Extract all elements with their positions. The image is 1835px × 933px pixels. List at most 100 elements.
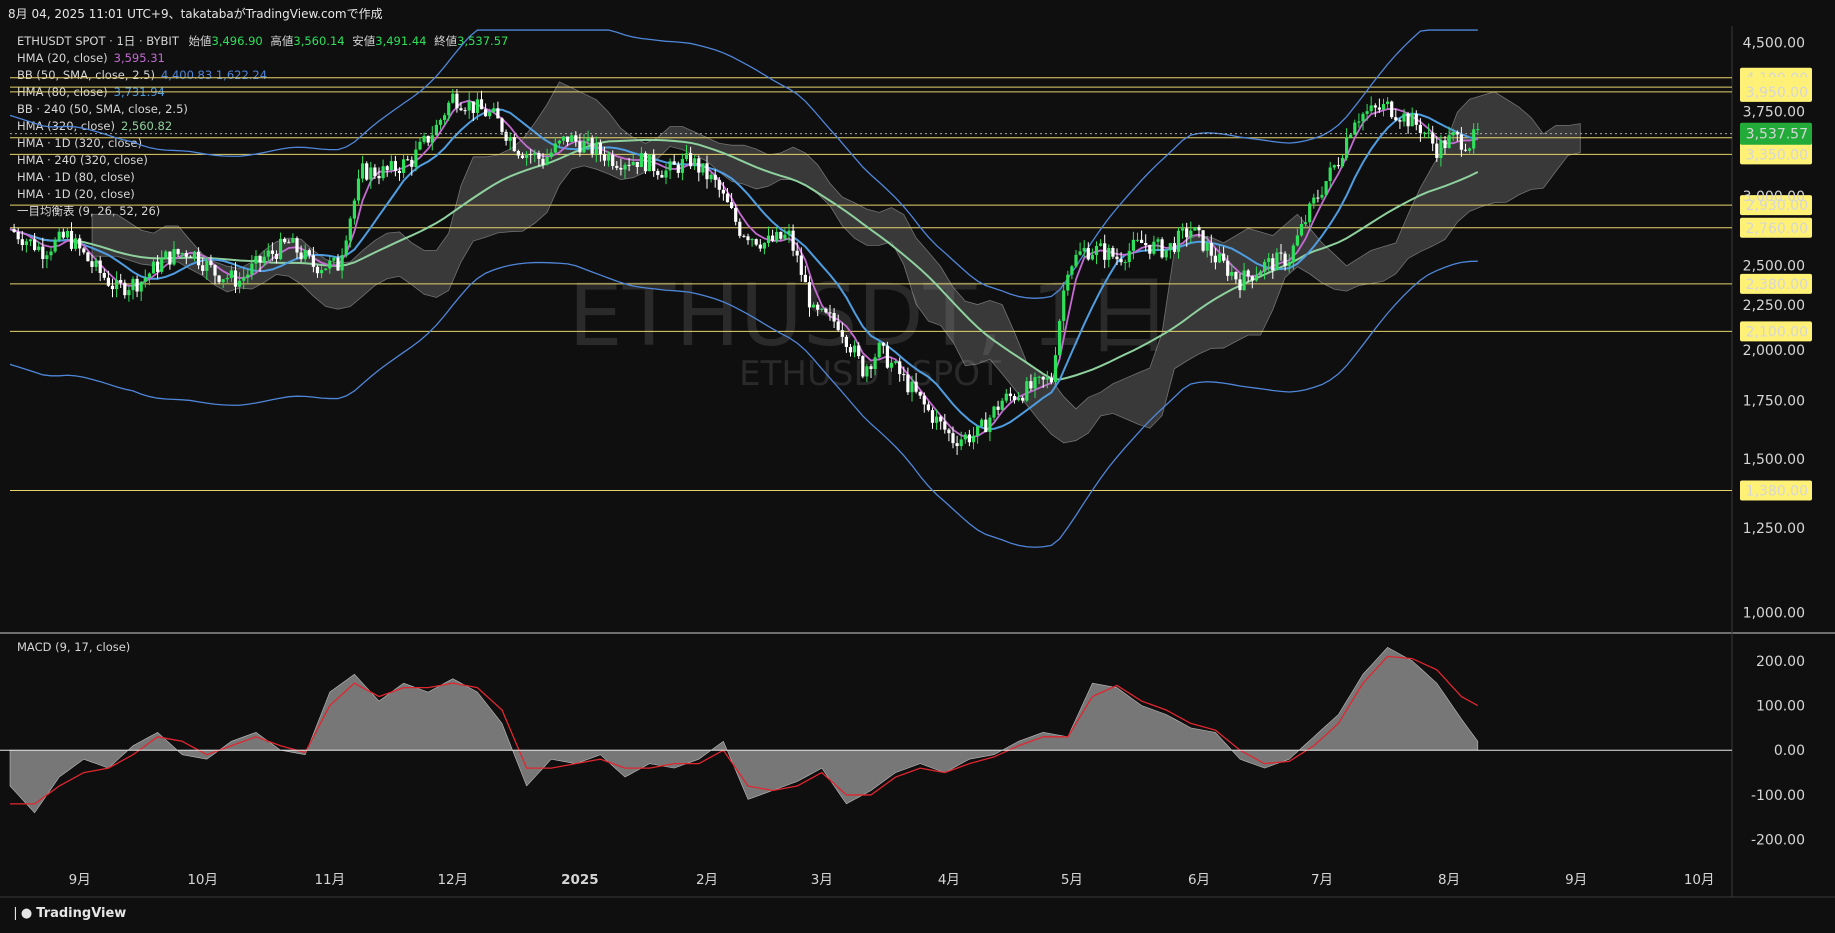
candle-body bbox=[574, 135, 578, 142]
candle-body bbox=[500, 118, 504, 132]
candle-body bbox=[197, 251, 201, 266]
price-tick-label: 2,500.00 bbox=[1743, 258, 1805, 274]
candle-body bbox=[754, 239, 758, 245]
candle-body bbox=[672, 161, 676, 165]
watermark-title: ETHUSDT, 1日 bbox=[568, 266, 1171, 366]
candle-body bbox=[1381, 104, 1386, 110]
candle-body bbox=[1451, 132, 1455, 136]
candle-body bbox=[233, 270, 238, 287]
candle-body bbox=[1340, 157, 1345, 167]
level-label: 1,380.00 bbox=[1746, 483, 1808, 499]
candle-body bbox=[775, 231, 779, 241]
candle-body bbox=[1336, 165, 1340, 167]
candle-body bbox=[414, 149, 418, 167]
candle-body bbox=[1291, 245, 1295, 263]
candle-body bbox=[799, 255, 803, 275]
candle-body bbox=[1160, 239, 1164, 258]
price-tick-label: 1,750.00 bbox=[1743, 393, 1805, 409]
candle-body bbox=[377, 175, 381, 179]
candle-body bbox=[697, 158, 701, 173]
candle-body bbox=[853, 345, 857, 353]
candle-body bbox=[951, 433, 955, 444]
candle-body bbox=[607, 154, 611, 161]
candle-body bbox=[1025, 381, 1029, 401]
candle-body bbox=[459, 108, 463, 111]
candle-body bbox=[709, 174, 713, 180]
candle-body bbox=[213, 264, 217, 276]
candle-body bbox=[1222, 253, 1226, 261]
candle-body bbox=[291, 238, 295, 243]
candle-body bbox=[1455, 132, 1459, 135]
candle-body bbox=[1365, 111, 1369, 114]
candle-body bbox=[889, 362, 894, 368]
candle-body bbox=[1082, 247, 1086, 252]
candle-body bbox=[693, 158, 697, 167]
candle-body bbox=[1074, 254, 1078, 267]
candle-body bbox=[287, 242, 291, 244]
candle-body bbox=[102, 273, 106, 278]
candle-body bbox=[279, 238, 283, 259]
candle-body bbox=[1316, 197, 1320, 199]
time-axis-label: 9月 bbox=[69, 872, 91, 888]
candle-body bbox=[1394, 117, 1398, 121]
candle-body bbox=[1254, 275, 1258, 281]
candle-body bbox=[1431, 132, 1435, 144]
candle-body bbox=[660, 175, 664, 178]
candle-body bbox=[639, 153, 643, 168]
candle-body bbox=[516, 151, 520, 156]
candle-body bbox=[684, 153, 689, 160]
candle-body bbox=[742, 235, 746, 237]
candle-body bbox=[803, 274, 807, 283]
candle-body bbox=[508, 137, 512, 141]
candle-body bbox=[217, 275, 221, 283]
candle-body bbox=[266, 250, 270, 257]
price-tick-label: 3,000.00 bbox=[1743, 189, 1805, 205]
candle-body bbox=[33, 239, 37, 251]
candle-body bbox=[1156, 239, 1160, 242]
candle-body bbox=[479, 99, 484, 110]
candle-body bbox=[250, 263, 254, 275]
level-label: 3,950.00 bbox=[1746, 85, 1808, 101]
candle-body bbox=[1476, 129, 1480, 131]
candle-body bbox=[188, 256, 192, 258]
candle-body bbox=[791, 230, 795, 251]
candle-body bbox=[1459, 134, 1463, 150]
candle-body bbox=[1287, 262, 1291, 266]
candle-body bbox=[894, 361, 898, 363]
candle-body bbox=[1402, 113, 1406, 122]
candle-body bbox=[553, 143, 557, 153]
time-axis-label: 2月 bbox=[696, 872, 718, 888]
chart-svg[interactable]: ETHUSDT, 1日ETHUSDT SPOT4,100.004,000.003… bbox=[0, 0, 1835, 933]
candle-body bbox=[143, 277, 147, 282]
price-tick-label: 2,250.00 bbox=[1743, 298, 1805, 314]
candle-body bbox=[877, 342, 881, 358]
candle-body bbox=[1427, 132, 1431, 134]
candle-body bbox=[1324, 181, 1328, 195]
candle-body bbox=[238, 280, 242, 287]
candle-body bbox=[1234, 272, 1238, 280]
candle-body bbox=[1131, 239, 1135, 251]
candle-body bbox=[369, 167, 373, 180]
candle-body bbox=[779, 231, 783, 239]
candle-body bbox=[1062, 290, 1066, 321]
candle-body bbox=[529, 154, 533, 156]
candle-body bbox=[57, 231, 61, 240]
candle-body bbox=[967, 434, 971, 443]
candle-body bbox=[274, 253, 279, 259]
candle-body bbox=[1123, 262, 1127, 264]
candle-body bbox=[65, 230, 69, 238]
candle-body bbox=[61, 231, 65, 238]
candle-body bbox=[1152, 241, 1156, 254]
candle-body bbox=[861, 356, 865, 377]
candle-body bbox=[627, 164, 631, 166]
candle-body bbox=[1418, 124, 1422, 133]
price-tick-label: 3,750.00 bbox=[1743, 105, 1805, 121]
macd-histogram-area bbox=[9, 647, 1479, 814]
candle-body bbox=[1345, 137, 1349, 158]
candle-body bbox=[28, 239, 33, 242]
candle-body bbox=[1377, 107, 1381, 110]
candle-body bbox=[443, 115, 447, 120]
candle-body bbox=[381, 166, 385, 179]
candle-body bbox=[164, 251, 168, 259]
candle-body bbox=[1205, 242, 1209, 251]
